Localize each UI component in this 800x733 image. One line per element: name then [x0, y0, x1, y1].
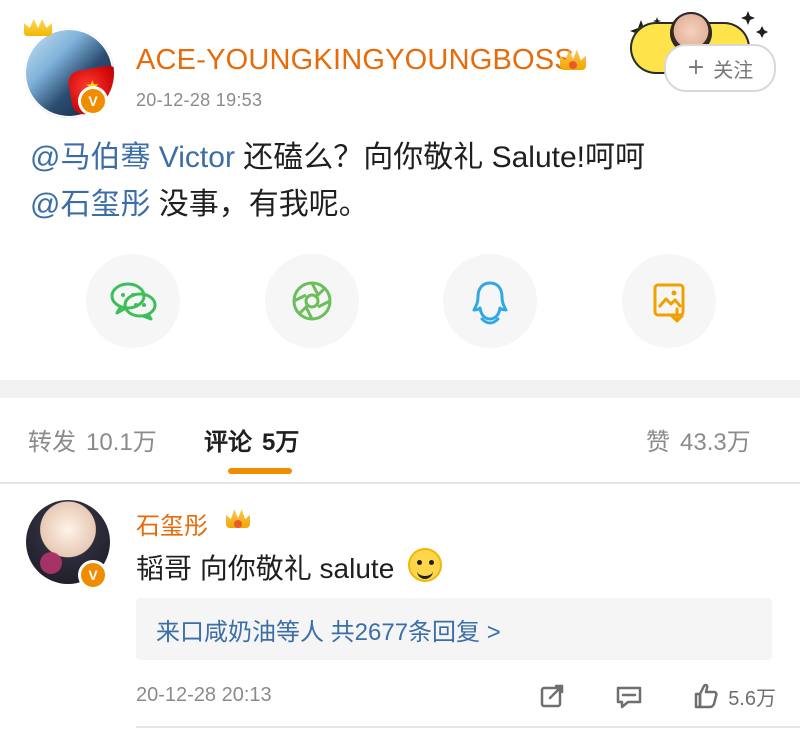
comment-share-button[interactable] — [536, 676, 568, 716]
mention-link[interactable]: @石玺彤 — [30, 188, 150, 221]
save-image-button[interactable] — [621, 254, 716, 348]
wechat-icon — [110, 282, 157, 321]
tab-comments[interactable]: 评论 5万 — [204, 422, 299, 457]
tab-likes-label: 赞 — [646, 429, 670, 456]
comment-timestamp: 20-12-28 20:13 — [136, 684, 272, 706]
post-text-segment: 没事，有我呢。 — [150, 188, 369, 221]
share-actions — [86, 254, 716, 350]
post-text-line-2: @石玺彤 没事，有我呢。 — [30, 181, 770, 228]
qq-icon — [472, 281, 508, 325]
follow-button[interactable]: + 关注 — [664, 44, 776, 92]
comment-text-content: 韬哥 向你敬礼 salute — [136, 553, 395, 584]
tab-likes-count: 43.3万 — [680, 429, 751, 456]
avatar-crown-decoration — [24, 19, 52, 36]
tab-reposts[interactable]: 转发 10.1万 — [28, 422, 157, 457]
reply-icon — [616, 686, 642, 709]
share-icon — [540, 684, 564, 708]
post-username[interactable]: ACE-YOUNGKINGYOUNGBOSS — [136, 44, 574, 77]
section-divider — [0, 380, 800, 398]
comment-avatar-accent — [40, 552, 62, 574]
tab-reposts-label: 转发 — [28, 429, 76, 456]
post-text-line-1: @马伯骞 Victor 还磕么？向你敬礼 Salute!呵呵 — [30, 134, 770, 181]
comment-reply-button[interactable] — [612, 676, 646, 716]
follow-label: 关注 — [713, 57, 754, 82]
mention-link[interactable]: @马伯骞 Victor — [30, 141, 235, 174]
tab-reposts-count: 10.1万 — [86, 429, 157, 456]
comment-user-level-crown-gem — [234, 520, 242, 528]
verified-badge-icon: V — [78, 86, 108, 116]
comment-username[interactable]: 石玺彤 — [136, 506, 208, 541]
comment-like-count: 5.6万 — [728, 687, 776, 710]
tabs-divider — [0, 482, 800, 484]
laugh-cry-emoji-icon — [408, 548, 443, 582]
tab-likes[interactable]: 赞 43.3万 — [646, 422, 751, 457]
share-qq-button[interactable] — [443, 254, 538, 348]
share-wechat-button[interactable] — [86, 254, 180, 348]
share-moments-button[interactable] — [264, 254, 359, 348]
comment-actions: 5.6万 — [536, 676, 776, 716]
comment-divider — [136, 726, 800, 728]
like-icon — [694, 683, 718, 709]
tab-comments-count: 5万 — [262, 429, 300, 456]
user-level-crown-gem — [569, 61, 577, 69]
comment-text: 韬哥 向你敬礼 salute — [136, 548, 443, 586]
comment-like-button[interactable]: 5.6万 — [690, 676, 776, 716]
tab-comments-label: 评论 — [204, 429, 252, 456]
post-text: @马伯骞 Victor 还磕么？向你敬礼 Salute!呵呵 @石玺彤 没事，有… — [30, 134, 770, 228]
post-text-segment: 还磕么？向你敬礼 Salute!呵呵 — [234, 141, 646, 174]
comment-verified-badge-icon: V — [78, 560, 108, 590]
moments-icon — [292, 281, 332, 321]
save-image-icon — [653, 283, 685, 323]
post-timestamp: 20-12-28 19:53 — [136, 90, 263, 110]
replies-summary: 来口咸奶油等人 共2677条回复 > — [156, 618, 501, 646]
plus-icon: + — [686, 55, 706, 80]
active-tab-indicator — [228, 468, 292, 474]
view-replies-button[interactable]: 来口咸奶油等人 共2677条回复 > — [136, 598, 772, 660]
